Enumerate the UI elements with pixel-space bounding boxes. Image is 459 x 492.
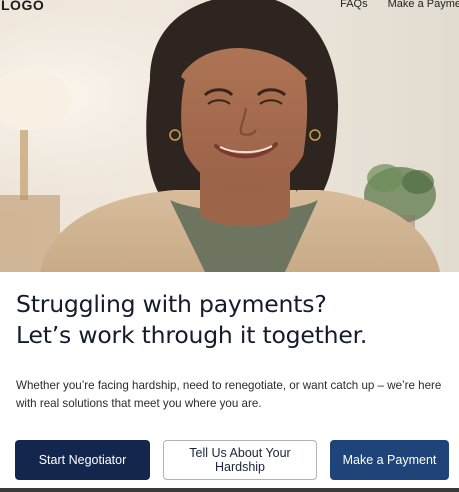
logo[interactable]: LOGO	[1, 0, 44, 14]
headline-line-2: Let’s work through it together.	[16, 321, 368, 349]
headline-line-1: Struggling with payments?	[16, 290, 327, 318]
nav-link-make-a-payment[interactable]: Make a Payme	[388, 0, 459, 11]
hero-image	[0, 0, 459, 272]
intro-text: Whether you’re facing hardship, need to …	[16, 379, 442, 410]
top-nav: FAQs Make a Payme	[340, 0, 459, 11]
landing-page: LOGO FAQs Make a Payme Struggling with p…	[0, 0, 459, 492]
tell-us-about-hardship-button[interactable]: Tell Us About Your Hardship	[163, 440, 317, 480]
bottom-divider	[0, 488, 459, 492]
page-headline: Struggling with payments? Let’s work thr…	[16, 289, 456, 351]
make-a-payment-button[interactable]: Make a Payment	[330, 440, 449, 480]
start-negotiator-button[interactable]: Start Negotiator	[15, 440, 150, 480]
nav-link-faqs[interactable]: FAQs	[340, 0, 368, 11]
hero-section: LOGO FAQs Make a Payme	[0, 0, 459, 272]
